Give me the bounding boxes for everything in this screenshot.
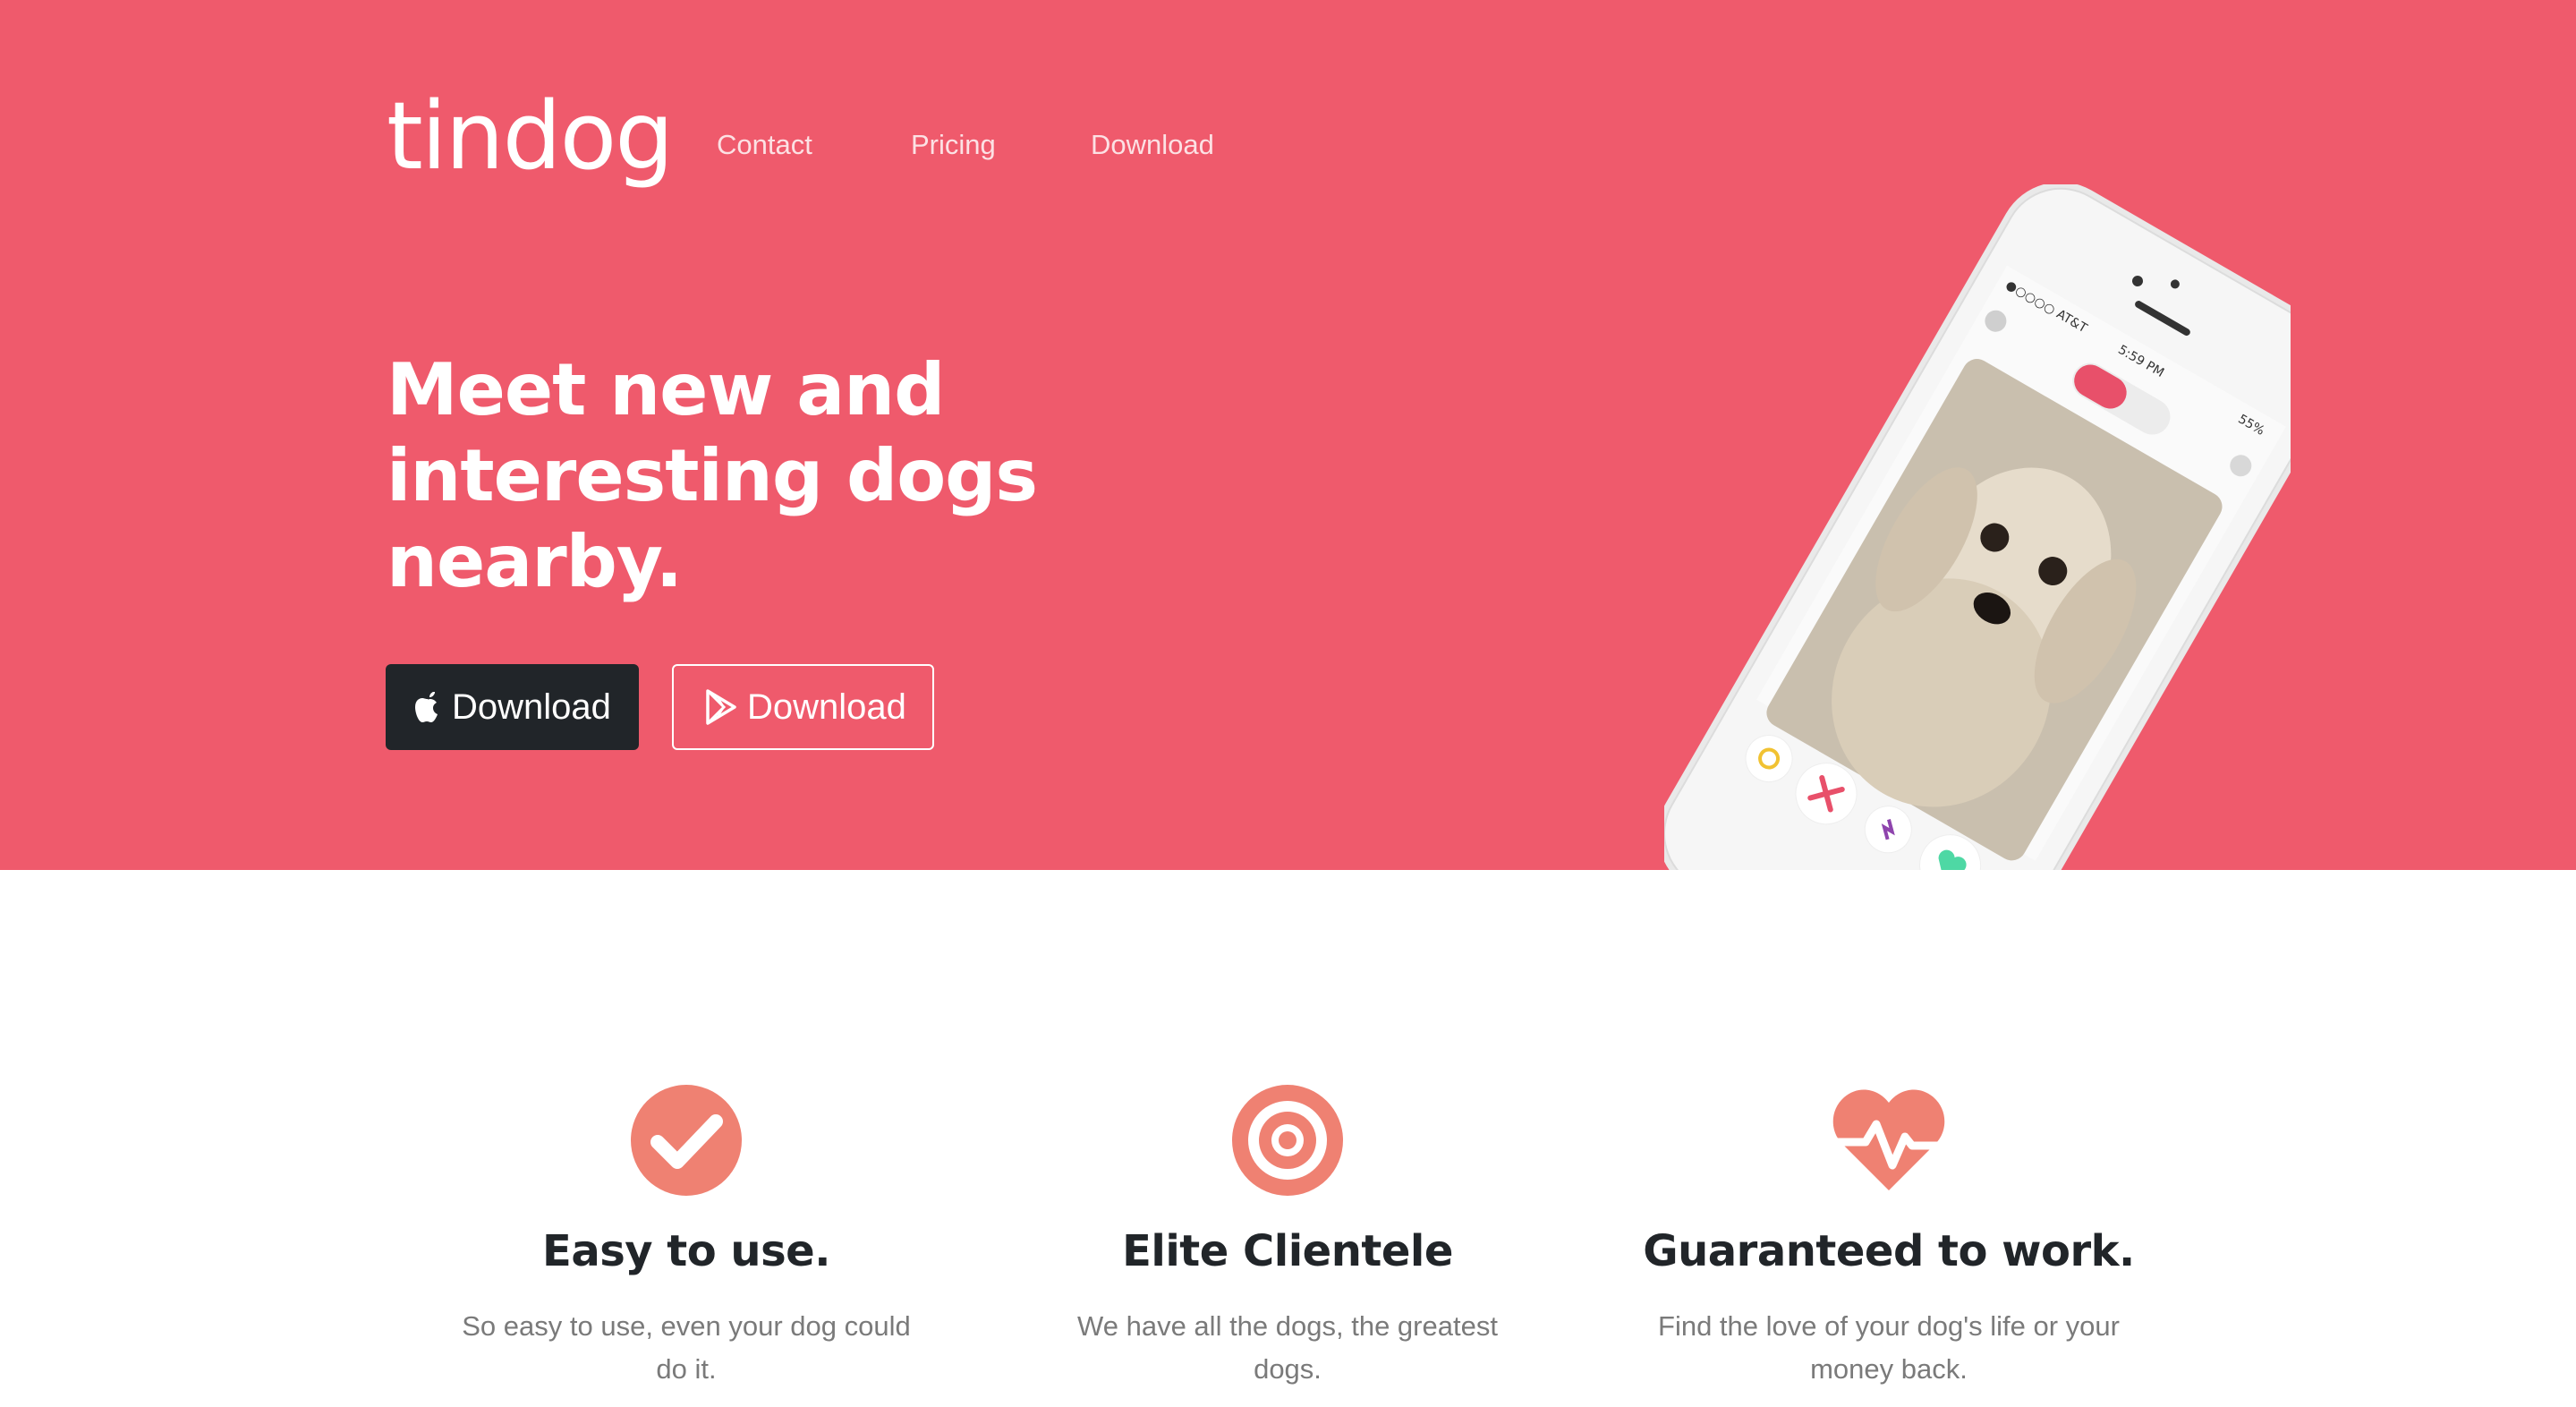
hero-headline: Meet new and interesting dogs nearby. [387, 348, 1038, 603]
bullseye-icon [1232, 1085, 1343, 1196]
heartbeat-icon [1830, 1089, 1948, 1190]
feature-text: So easy to use, even your dog could do i… [462, 1310, 911, 1385]
nav-link-contact[interactable]: Contact [717, 131, 812, 158]
google-play-button-label: Download [747, 686, 906, 727]
feature-easy-to-use: Easy to use. So easy to use, even your d… [400, 1083, 973, 1385]
apple-icon [412, 689, 443, 725]
feature-elite-clientele: Elite Clientele We have all the dogs, th… [1001, 1083, 1574, 1385]
app-store-download-button[interactable]: Download [386, 664, 639, 750]
hero-section: tindog Contact Pricing Download Meet new… [0, 0, 2576, 870]
google-play-icon [704, 688, 738, 726]
brand-logo[interactable]: tindog [387, 90, 674, 183]
google-play-download-button[interactable]: Download [672, 664, 934, 750]
feature-text: We have all the dogs, the greatest dogs. [1077, 1310, 1498, 1385]
feature-text: Find the love of your dog's life or your… [1658, 1310, 2120, 1385]
nav-link-download[interactable]: Download [1091, 131, 1214, 158]
phone-mockup: ●○○○○ AT&T 5:59 PM 55% [1657, 182, 2341, 870]
feature-title: Guaranteed to work. [1643, 1226, 2135, 1276]
check-circle-icon [631, 1085, 742, 1196]
feature-guaranteed: Guaranteed to work. Find the love of you… [1603, 1083, 2175, 1385]
feature-title: Elite Clientele [1122, 1226, 1453, 1276]
feature-title: Easy to use. [542, 1226, 830, 1276]
app-store-button-label: Download [452, 686, 611, 727]
nav-link-pricing[interactable]: Pricing [911, 131, 996, 158]
